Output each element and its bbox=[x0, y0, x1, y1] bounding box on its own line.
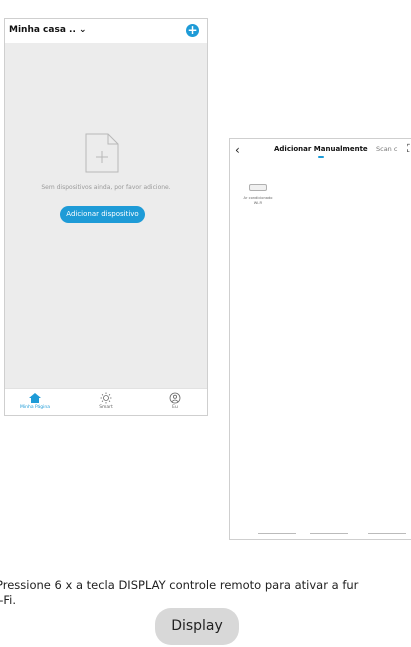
tab-adicionar-manualmente[interactable]: Adicionar Manualmente bbox=[274, 145, 368, 153]
tab-label: Smart bbox=[99, 405, 113, 410]
tab-minha-pagina[interactable]: Minha Página bbox=[10, 392, 60, 410]
active-tab-indicator bbox=[318, 156, 324, 158]
nav-indicator bbox=[258, 533, 296, 534]
add-manually-screen: ‹ Adicionar Manualmente Scan c ⛶ Ar cond… bbox=[229, 138, 411, 540]
device-label: Ar condicionado Wi-Fi bbox=[238, 196, 278, 206]
air-conditioner-icon bbox=[249, 184, 267, 191]
home-title: Minha casa .. bbox=[9, 25, 76, 35]
tab-smart[interactable]: Smart bbox=[81, 392, 131, 410]
home-header: Minha casa .. ⌄ + bbox=[5, 19, 207, 43]
device-air-conditioner[interactable]: Ar condicionado Wi-Fi bbox=[238, 184, 278, 206]
bottom-nav-indicators bbox=[230, 533, 411, 535]
plus-circle-icon[interactable]: + bbox=[186, 24, 199, 37]
tab-scan[interactable]: Scan c bbox=[376, 145, 397, 153]
user-circle-icon bbox=[169, 392, 181, 404]
home-selector[interactable]: Minha casa .. ⌄ bbox=[9, 25, 87, 35]
device-label-line2: Wi-Fi bbox=[253, 201, 263, 205]
add-device-button[interactable]: Adicionar dispositivo bbox=[60, 206, 145, 223]
back-icon[interactable]: ‹ bbox=[235, 143, 240, 157]
scan-icon[interactable]: ⛶ bbox=[407, 142, 411, 156]
display-button[interactable]: Display bbox=[155, 608, 239, 645]
instruction-text: Pressione 6 x a tecla DISPLAY controle r… bbox=[0, 578, 411, 608]
empty-document-icon bbox=[85, 133, 119, 173]
instruction-line1: Pressione 6 x a tecla DISPLAY controle r… bbox=[0, 578, 359, 592]
chevron-down-icon: ⌄ bbox=[79, 25, 87, 35]
tab-eu[interactable]: Eu bbox=[150, 392, 200, 410]
nav-indicator bbox=[368, 533, 406, 534]
home-screen: Minha casa .. ⌄ + Sem dispositivos ainda… bbox=[4, 18, 208, 416]
home-icon bbox=[29, 393, 41, 403]
tab-label: Eu bbox=[172, 405, 178, 410]
device-label-line1: Ar condicionado bbox=[243, 196, 273, 200]
tab-bar: Minha Página Smart Eu bbox=[5, 388, 207, 415]
tab-label: Minha Página bbox=[19, 405, 50, 410]
nav-indicator bbox=[310, 533, 348, 534]
empty-state-text: Sem dispositivos ainda, por favor adicio… bbox=[41, 184, 171, 191]
instruction-line2: i-Fi. bbox=[0, 593, 16, 607]
sun-icon bbox=[100, 392, 112, 404]
